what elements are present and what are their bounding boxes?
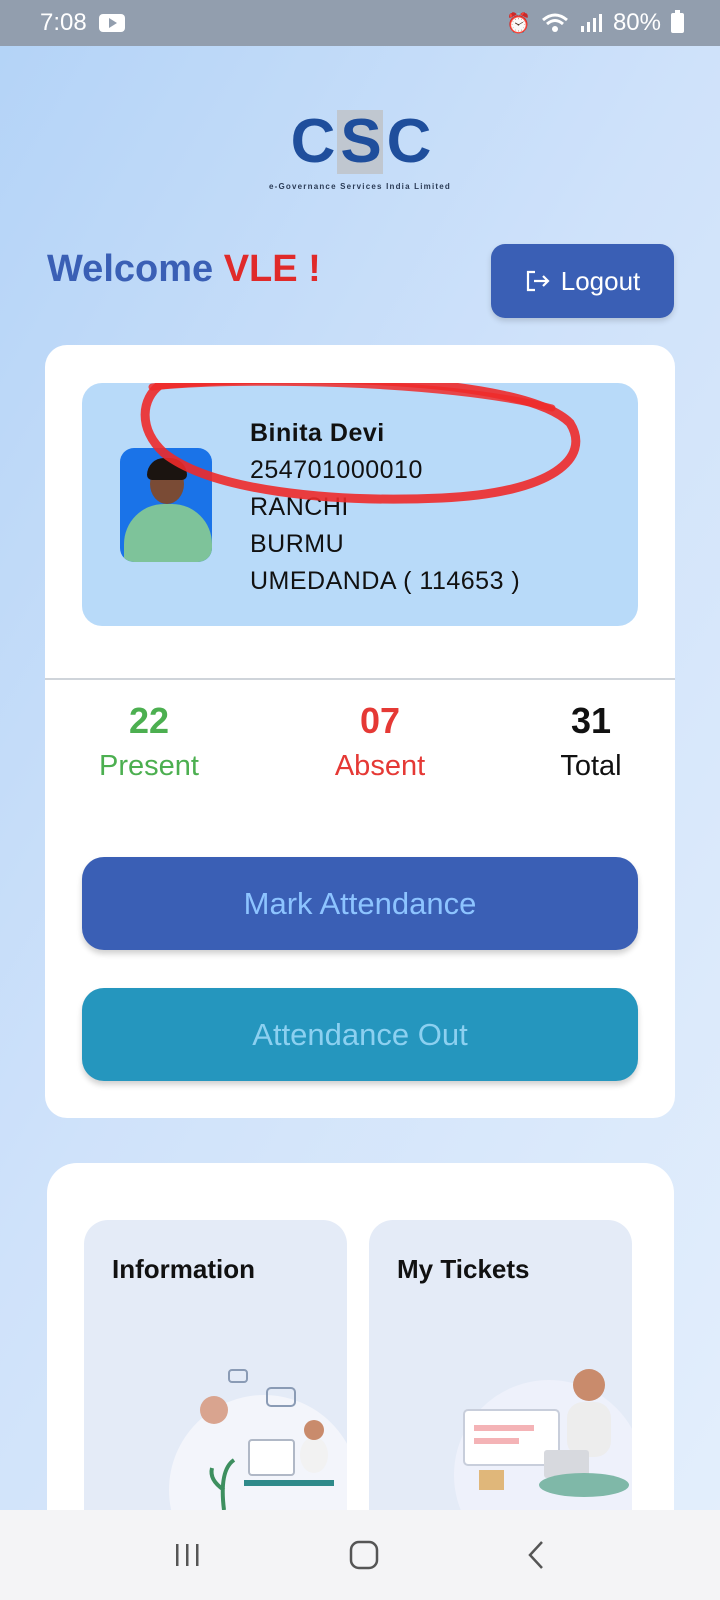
total-stat: 31 Total [501,700,681,783]
mark-attendance-label: Mark Attendance [243,885,477,921]
information-title: Information [112,1254,255,1284]
welcome-user: VLE ! [223,248,321,290]
csc-logo: C S C e-Governance Services India Limite… [235,107,485,192]
my-tickets-title: My Tickets [397,1254,530,1284]
profile-name: Binita Devi [250,419,385,447]
present-label: Present [99,750,199,782]
battery-icon [671,10,684,33]
total-label: Total [560,750,622,782]
information-tile[interactable]: Information [84,1220,347,1520]
wifi-icon [541,13,568,32]
mark-attendance-button[interactable]: Mark Attendance [82,857,638,950]
battery-percent: 80% [612,9,661,36]
profile-panchayat: UMEDANDA ( 114653 ) [250,567,521,595]
present-count: 22 [128,700,170,741]
tickets-illustration-icon [454,1369,632,1520]
absent-count: 07 [359,700,401,741]
signal-icon [580,14,602,32]
profile-info: Binita Devi 254701000010 RANCHI BURMU UM… [250,415,520,600]
absent-label: Absent [334,750,426,782]
recents-icon[interactable] [173,1541,203,1569]
alarm-icon: ⏰ [506,12,531,35]
profile-district: RANCHI [250,493,349,521]
avatar [120,448,212,562]
logout-icon [526,270,550,292]
divider [45,678,675,680]
total-count: 31 [570,700,612,741]
welcome-prefix: Welcome [47,248,214,290]
my-tickets-tile[interactable]: My Tickets [369,1220,632,1520]
youtube-icon [98,14,125,32]
home-icon[interactable] [348,1539,380,1571]
welcome-heading: Welcome VLE ! [47,248,321,291]
logo-letter: C [290,107,336,176]
logout-button[interactable]: Logout [491,244,674,318]
system-nav-bar [0,1510,720,1600]
present-stat: 22 Present [59,700,239,783]
profile-id: 254701000010 [250,456,423,484]
attendance-out-label: Attendance Out [252,1016,468,1052]
support-illustration-icon [169,1369,347,1520]
attendance-out-button[interactable]: Attendance Out [82,988,638,1081]
profile-box: Binita Devi 254701000010 RANCHI BURMU UM… [82,383,638,626]
profile-card: Binita Devi 254701000010 RANCHI BURMU UM… [45,345,675,1118]
status-time: 7:08 [40,9,87,36]
profile-block: BURMU [250,530,345,558]
services-card: Information My Tickets [47,1163,674,1523]
logo-letter: C [386,107,432,176]
absent-stat: 07 Absent [290,700,470,783]
logo-subtitle: e-Governance Services India Limited [268,182,452,191]
logo-letter: S [337,110,383,174]
back-icon[interactable] [525,1539,547,1571]
logout-label: Logout [560,265,641,296]
status-bar: 7:08 ⏰ 80% [0,0,720,46]
